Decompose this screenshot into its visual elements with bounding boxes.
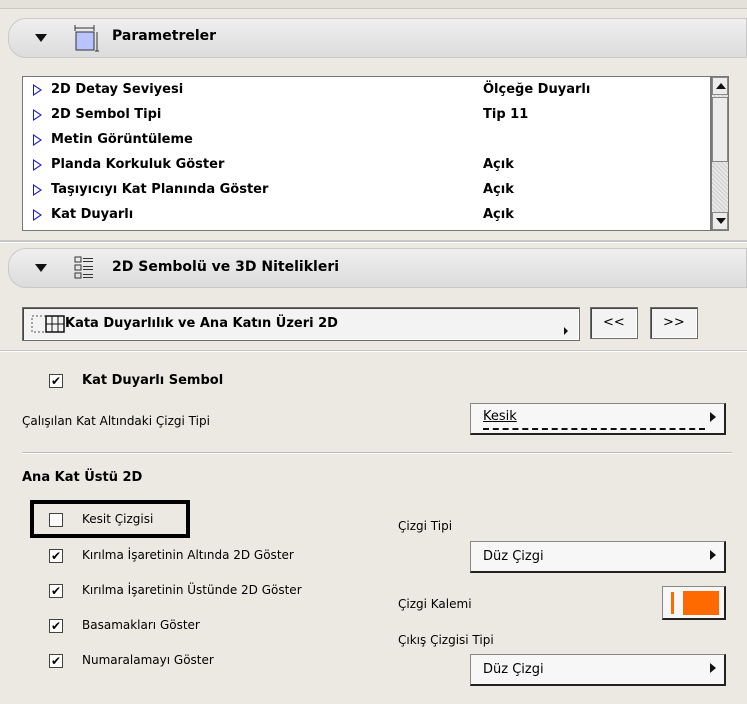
next-page-label: >> (663, 315, 685, 330)
exit-line-label: Çıkış Çizgisi Tipi (398, 633, 494, 647)
line-type-below-value: Kesik (483, 409, 517, 424)
param-value[interactable]: Tip 11 (483, 107, 528, 122)
params-section-header[interactable]: Parametreler (8, 18, 747, 58)
param-value[interactable]: Ölçeğe Duyarlı (483, 82, 590, 97)
params-icon (74, 25, 100, 53)
line-type-label: Çizgi Tipi (398, 519, 453, 533)
collapse-triangle-icon[interactable] (35, 264, 47, 272)
pen-color-swatch (683, 591, 719, 615)
exit-line-dropdown[interactable]: Düz Çizgi (470, 654, 726, 686)
param-name: Metin Görüntüleme (51, 132, 193, 147)
selector-separator (0, 350, 747, 352)
dropdown-arrow-icon (710, 663, 716, 673)
dropdown-arrow-icon (710, 412, 716, 422)
param-name: Planda Korkuluk Göster (51, 157, 225, 172)
story-sensitive-checkbox[interactable]: ✔ (49, 374, 63, 388)
list-item[interactable]: Metin Görüntüleme (23, 128, 710, 153)
expand-arrow-icon[interactable] (33, 109, 42, 121)
section-line-label: Kesit Çizgisi (82, 512, 154, 526)
list-item[interactable]: 2D Sembol Tipi Tip 11 (23, 103, 710, 128)
show-above-break-checkbox[interactable]: ✔ (49, 584, 63, 598)
pen-color-picker[interactable] (662, 586, 726, 620)
top-edge (0, 0, 747, 9)
next-page-button[interactable]: >> (650, 307, 698, 339)
list-item[interactable]: 2D Detay Seviyesi Ölçeğe Duyarlı (23, 78, 710, 103)
attributes-icon (74, 255, 96, 283)
line-type-value: Düz Çizgi (483, 549, 544, 564)
exit-line-value: Düz Çizgi (483, 662, 544, 677)
list-item[interactable]: Kat Duyarlı Açık (23, 203, 710, 228)
scroll-down-button[interactable] (712, 212, 728, 230)
caret-icon (564, 327, 568, 335)
stair-symbol-icon (31, 315, 65, 333)
symbol-section-header[interactable]: 2D Sembolü ve 3D Nitelikleri (8, 248, 747, 288)
prev-page-button[interactable]: << (590, 307, 638, 339)
story-sensitive-label: Kat Duyarlı Sembol (82, 373, 224, 388)
parameter-list[interactable]: 2D Detay Seviyesi Ölçeğe Duyarlı 2D Semb… (22, 76, 711, 231)
divider (22, 452, 732, 454)
section-separator (0, 240, 747, 243)
params-section-title: Parametreler (112, 28, 217, 44)
scroll-thumb[interactable] (712, 97, 728, 162)
param-value[interactable]: Açık (483, 157, 514, 172)
expand-arrow-icon[interactable] (33, 184, 42, 196)
scroll-up-button[interactable] (712, 77, 728, 95)
line-type-dropdown[interactable]: Düz Çizgi (470, 541, 726, 573)
expand-arrow-icon[interactable] (33, 159, 42, 171)
upper-floor-heading: Ana Kat Üstü 2D (22, 470, 143, 485)
list-item[interactable]: Planda Korkuluk Göster Açık (23, 153, 710, 178)
param-value[interactable]: Açık (483, 207, 514, 222)
show-numbering-checkbox[interactable]: ✔ (49, 654, 63, 668)
param-list-scrollbar[interactable] (711, 76, 729, 231)
symbol-section-title: 2D Sembolü ve 3D Nitelikleri (112, 259, 340, 275)
param-name: 2D Sembol Tipi (51, 107, 162, 122)
dashed-line-preview (483, 428, 705, 430)
show-numbering-label: Numaralamayı Göster (82, 653, 214, 667)
show-steps-checkbox[interactable]: ✔ (49, 619, 63, 633)
show-below-break-label: Kırılma İşaretinin Altında 2D Göster (82, 548, 294, 562)
expand-arrow-icon[interactable] (33, 134, 42, 146)
show-steps-label: Basamakları Göster (82, 618, 200, 632)
section-line-checkbox[interactable] (49, 513, 63, 527)
collapse-triangle-icon[interactable] (35, 34, 47, 42)
param-name: Kat Duyarlı (51, 207, 134, 222)
arrow-up-icon (716, 83, 726, 89)
param-name: 2D Detay Seviyesi (51, 82, 184, 97)
page-selector-label: Kata Duyarlılık ve Ana Katın Üzeri 2D (65, 316, 338, 331)
page-selector-dropdown[interactable]: Kata Duyarlılık ve Ana Katın Üzeri 2D (22, 307, 580, 341)
pen-bar-icon (671, 592, 674, 614)
arrow-down-icon (716, 218, 726, 224)
param-value[interactable]: Açık (483, 182, 514, 197)
dropdown-arrow-icon (710, 550, 716, 560)
prev-page-label: << (603, 315, 625, 330)
line-type-below-dropdown[interactable]: Kesik (470, 403, 726, 435)
show-below-break-checkbox[interactable]: ✔ (49, 549, 63, 563)
expand-arrow-icon[interactable] (33, 84, 42, 96)
show-above-break-label: Kırılma İşaretinin Üstünde 2D Göster (82, 583, 302, 597)
expand-arrow-icon[interactable] (33, 209, 42, 221)
pen-label: Çizgi Kalemi (398, 597, 472, 611)
list-item[interactable]: Taşıyıcıyı Kat Planında Göster Açık (23, 178, 710, 203)
line-type-below-label: Çalışılan Kat Altındaki Çizgi Tipi (22, 414, 210, 428)
param-name: Taşıyıcıyı Kat Planında Göster (51, 182, 269, 197)
